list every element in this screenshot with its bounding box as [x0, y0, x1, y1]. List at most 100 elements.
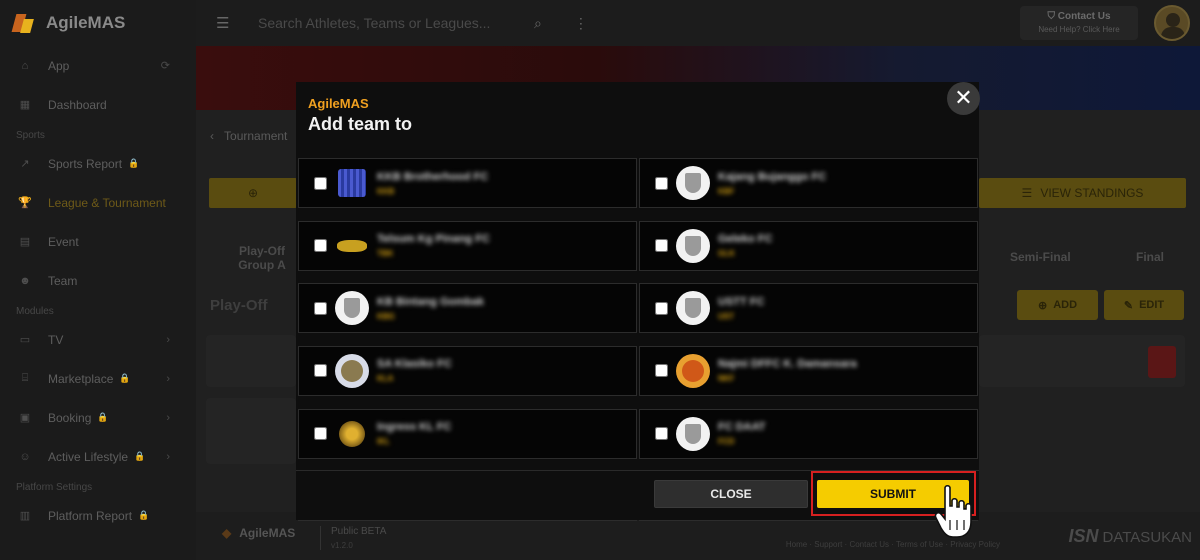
- sidebar-item-dashboard[interactable]: ▦ Dashboard: [0, 85, 196, 124]
- close-button[interactable]: CLOSE: [654, 480, 808, 508]
- team-option[interactable]: USTT FC UST: [639, 283, 978, 334]
- team-option[interactable]: KKB Brotherhood FC KKB: [298, 158, 637, 208]
- edit-button[interactable]: ✎ EDIT: [1104, 290, 1184, 320]
- app-root: AgileMAS ⌂ App ⟳ ▦ Dashboard Sports ↗ Sports Re…: [0, 0, 1200, 560]
- team-checkbox[interactable]: [655, 176, 668, 190]
- view-standings-button[interactable]: ☰ VIEW STANDINGS: [979, 178, 1186, 208]
- sidebar-nav: ⌂ App ⟳ ▦ Dashboard Sports ↗ Sports Report 🔒 🏆 Lea…: [0, 46, 196, 535]
- add-round-button[interactable]: ⊕: [209, 178, 297, 208]
- sidebar-item-booking[interactable]: ▣ Booking 🔒 ›: [0, 398, 196, 437]
- sidebar-item-league-tournament[interactable]: 🏆 League & Tournament: [0, 183, 196, 222]
- close-icon[interactable]: ✕: [947, 82, 980, 115]
- partner-isn: ISN: [1068, 526, 1099, 546]
- team-name: USTT FC: [718, 295, 765, 308]
- team-name: SA Klasiko FC: [377, 358, 452, 371]
- chevron-right-icon: ›: [166, 411, 170, 424]
- sidebar-section-label: Modules: [16, 306, 54, 317]
- brand-logo-icon: [11, 11, 36, 35]
- partner-logo: ISN DATASUKAN: [1069, 526, 1192, 547]
- contact-us-subtitle: Need Help? Click Here: [1038, 25, 1120, 34]
- team-text: SA Klasiko FC KLA: [377, 358, 452, 383]
- team-text: FC DAAT FCD: [718, 421, 765, 446]
- modal-kicker: AgileMAS: [308, 96, 369, 111]
- team-option[interactable]: Kajang Bujanggo FC KBF: [639, 158, 978, 208]
- tab-final[interactable]: Final: [1136, 250, 1164, 264]
- sidebar-item-team[interactable]: ☻ Team: [0, 261, 196, 300]
- sidebar-item-label: Event: [48, 234, 79, 249]
- sidebar-item-sports-report[interactable]: ↗ Sports Report 🔒: [0, 144, 196, 183]
- sidebar-item-app[interactable]: ⌂ App ⟳: [0, 46, 196, 85]
- team-code: FCD: [718, 437, 735, 447]
- lock-icon: 🔒: [119, 373, 131, 383]
- menu-icon[interactable]: ☰: [216, 14, 232, 32]
- booking-icon: ▣: [19, 412, 31, 424]
- list-icon: ☰: [1021, 186, 1033, 200]
- brand-name: AgileMAS: [46, 13, 126, 32]
- team-checkbox[interactable]: [314, 427, 327, 441]
- team-checkbox[interactable]: [314, 239, 327, 253]
- team-checkbox[interactable]: [314, 301, 327, 315]
- calendar-icon: ▤: [19, 236, 31, 248]
- chevron-right-icon: ›: [166, 333, 170, 346]
- tab-playoff-group-a[interactable]: Play-Off Group A: [222, 244, 302, 272]
- modal-header: AgileMAS Add team to: [296, 82, 979, 158]
- avatar[interactable]: [1154, 5, 1190, 41]
- contact-us-label: Contact Us: [1057, 11, 1111, 22]
- sidebar-item-label: Dashboard: [48, 97, 107, 112]
- add-team-modal: AgileMAS Add team to KKB Brotherhood FC K…: [296, 82, 979, 522]
- team-option[interactable]: Telsum Kg Pinang FC TBK: [298, 220, 637, 271]
- sync-icon[interactable]: ⟳: [161, 59, 170, 72]
- brand-logo-icon: ◆: [222, 526, 232, 540]
- footer-version: v1.2.0: [331, 541, 353, 550]
- team-icon: ☻: [19, 274, 31, 287]
- shield-icon: [335, 291, 369, 326]
- brand[interactable]: AgileMAS: [0, 0, 196, 46]
- team-name: KKB Brotherhood FC: [377, 170, 489, 183]
- team-option[interactable]: Najmi DFFC K. Damansara NKF: [639, 345, 978, 396]
- match-card-left-2[interactable]: [206, 398, 296, 464]
- team-option[interactable]: Ingress KL FC IKL: [298, 408, 637, 459]
- team-checkbox[interactable]: [655, 427, 668, 441]
- team-checkbox[interactable]: [655, 301, 668, 315]
- team-text: Najmi DFFC K. Damansara NKF: [718, 358, 857, 383]
- plus-circle-icon: ⊕: [247, 186, 259, 200]
- trend-icon: ↗: [20, 158, 30, 170]
- sidebar-item-active-lifestyle[interactable]: ☺ Active Lifestyle 🔒 ›: [0, 437, 196, 476]
- team-option[interactable]: KB Bintang Gombak KBG: [298, 283, 637, 334]
- team-checkbox[interactable]: [655, 364, 668, 378]
- team-checkbox[interactable]: [314, 364, 327, 378]
- team-logo: [335, 229, 369, 263]
- sidebar-item-event[interactable]: ▤ Event: [0, 222, 196, 261]
- contact-us-button[interactable]: ⛉ Contact Us Need Help? Click Here: [1020, 6, 1138, 40]
- lock-icon: 🔒: [138, 510, 150, 520]
- sidebar-item-label: League & Tournament: [48, 195, 166, 210]
- team-checkbox[interactable]: [314, 176, 327, 190]
- more-options-icon[interactable]: ⋮: [574, 15, 588, 32]
- sidebar-item-tv[interactable]: ▭ TV ›: [0, 320, 196, 359]
- team-option[interactable]: SA Klasiko FC KLA: [298, 345, 637, 396]
- hand-pointer-icon: [934, 484, 972, 538]
- chevron-left-icon: ‹: [210, 129, 214, 143]
- breadcrumb[interactable]: ‹ Tournament: [210, 129, 287, 143]
- sidebar-item-platform-report[interactable]: ▥ Platform Report 🔒: [0, 496, 196, 535]
- team-option[interactable]: FC DAAT FCD: [639, 408, 978, 459]
- breadcrumb-label: Tournament: [224, 129, 288, 143]
- footer-links[interactable]: Home · Support · Contact Us · Terms of U…: [786, 540, 1000, 549]
- sidebar-item-label: Platform Report: [48, 508, 133, 523]
- modal-title: Add team to: [308, 114, 413, 134]
- delete-button[interactable]: [1148, 346, 1176, 378]
- add-button[interactable]: ⊕ ADD: [1017, 290, 1098, 320]
- team-checkbox[interactable]: [655, 239, 668, 253]
- tab-semi-final[interactable]: Semi-Final: [1010, 250, 1071, 264]
- search-icon[interactable]: ⌕: [534, 15, 542, 32]
- team-text: Ingress KL FC IKL: [377, 421, 451, 446]
- shield-icon: [676, 228, 710, 263]
- match-card-left[interactable]: [206, 335, 296, 387]
- team-option[interactable]: Geleko FC GLK: [639, 220, 978, 271]
- chevron-right-icon: ›: [166, 372, 170, 385]
- team-code: KLA: [377, 374, 394, 384]
- sidebar-item-marketplace[interactable]: ⌸ Marketplace 🔒 ›: [0, 359, 196, 398]
- lifestyle-icon: ☺: [19, 450, 31, 463]
- trophy-icon: 🏆: [18, 197, 32, 209]
- search-input[interactable]: Search Athletes, Teams or Leagues...: [258, 15, 528, 31]
